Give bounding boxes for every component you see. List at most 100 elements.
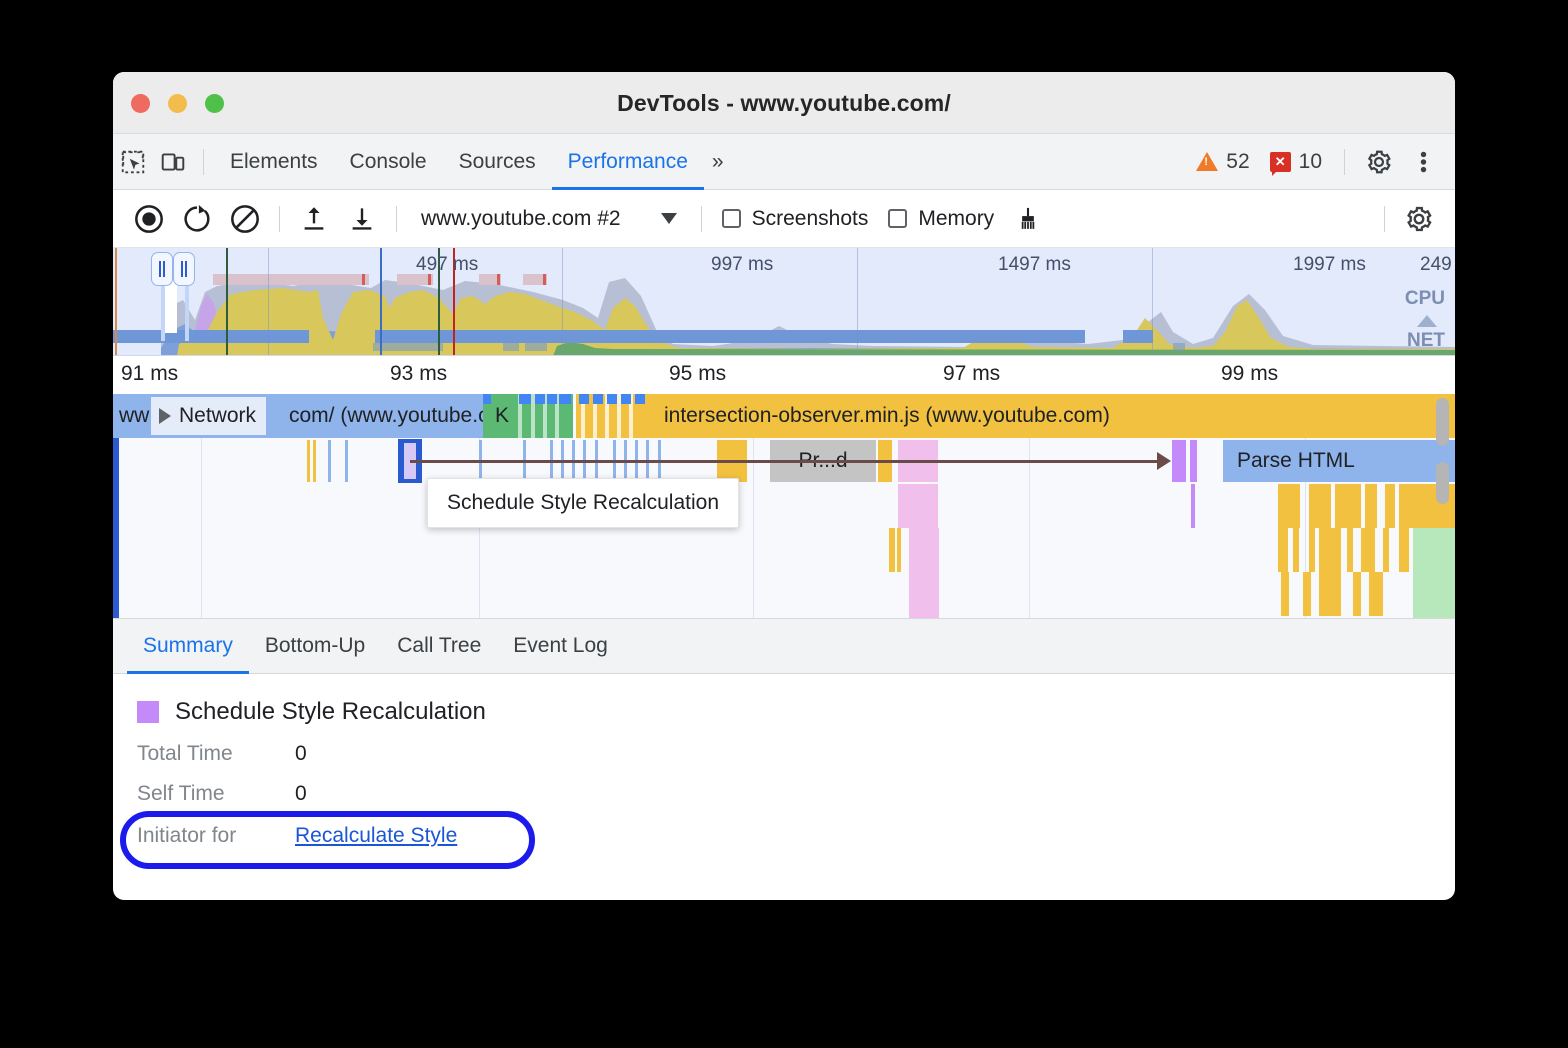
gear-icon[interactable] [1359,145,1399,179]
cpu-label: CPU [1405,288,1445,310]
pink-block-4[interactable] [909,572,939,616]
tab-console[interactable]: Console [334,134,443,190]
green-deep-2[interactable] [1413,572,1455,616]
yellow-deep-18[interactable] [1353,572,1361,616]
yellow-deep-1[interactable] [1278,484,1300,528]
green-tick-1 [519,394,531,404]
overview-tick-1997: 1997 ms [1293,254,1366,276]
more-tabs-chevron-icon[interactable]: » [704,150,732,174]
event-bar-parse-html[interactable]: Parse HTML [1223,440,1455,482]
green-deep-1[interactable] [1413,528,1455,572]
timing-marker-badge-2[interactable] [173,252,195,286]
green-tick-2 [535,394,545,404]
tickmark-1[interactable] [307,440,310,482]
yellow-deep-16[interactable] [1303,572,1311,616]
timing-marker-line-1 [161,286,165,341]
yellow-deep-4[interactable] [1365,484,1377,528]
yellow-thin-1[interactable] [889,528,895,572]
kebab-menu-icon[interactable] [1403,145,1443,179]
network-strip-3 [1123,330,1153,343]
perf-divider-2 [396,206,397,232]
yellow-deep-13[interactable] [1383,528,1389,572]
flame-scrollbar-thumb-top[interactable] [1436,398,1449,446]
errors-count: 10 [1299,150,1322,174]
tab-call-tree[interactable]: Call Tree [381,618,497,674]
yellow-deep-2[interactable] [1309,484,1331,528]
timeline-overview[interactable]: 497 ms 997 ms 1497 ms 1997 ms 249 CPU NE… [113,248,1455,356]
memory-checkbox[interactable]: Memory [878,207,1004,231]
perf-divider-1 [279,206,280,232]
flame-chart[interactable]: 91 ms 93 ms 95 ms 97 ms 99 ms ww com/ (w… [113,356,1455,618]
yellow-deep-10[interactable] [1319,528,1341,572]
collect-garbage-icon[interactable] [1004,198,1052,240]
window-title: DevTools - www.youtube.com/ [113,90,1455,117]
summary-row-self-time: Self Time 0 [137,782,1455,806]
network-strip-6 [525,343,547,351]
yellow-deep-9[interactable] [1309,528,1315,572]
yellow-deep-5[interactable] [1385,484,1395,528]
tab-elements[interactable]: Elements [214,134,334,190]
overview-tick-2497: 249 [1420,254,1452,276]
yellow-thin-2[interactable] [897,528,901,572]
yellow-deep-14[interactable] [1399,528,1409,572]
error-cross-icon: ✕ [1270,152,1291,172]
details-tabbar: Summary Bottom-Up Call Tree Event Log [113,618,1455,674]
overview-dcl-marker [226,248,228,355]
tickmark-2[interactable] [313,440,316,482]
toolbar-divider [203,149,204,175]
screenshots-checkbox[interactable]: Screenshots [712,207,879,231]
upload-profile-icon[interactable] [290,198,338,240]
tickmark-3[interactable] [328,440,331,482]
session-selector[interactable]: www.youtube.com #2 [407,207,691,231]
total-time-value: 0 [295,742,307,766]
initiator-for-label: Initiator for [137,824,295,848]
tab-sources[interactable]: Sources [443,134,552,190]
tab-event-log[interactable]: Event Log [497,618,624,674]
timing-marker-badge-1[interactable] [151,252,173,286]
flame-chart-body[interactable]: ww com/ (www.youtube.c Network K interse… [113,394,1455,618]
toolbar-divider-right [1344,149,1345,175]
reload-record-icon[interactable] [173,198,221,240]
flame-scrollbar-thumb-bottom[interactable] [1436,462,1449,504]
yellow-deep-7[interactable] [1278,528,1288,572]
yellow-tick-1 [579,394,589,404]
record-icon[interactable] [125,198,173,240]
purple-thin-1[interactable] [1191,484,1195,528]
event-bar-com[interactable]: com/ (www.youtube.c [283,394,483,438]
device-toolbar-icon[interactable] [153,145,193,179]
network-strip-4 [373,343,443,351]
tickmark-4[interactable] [345,440,348,482]
download-profile-icon[interactable] [338,198,386,240]
warnings-badge[interactable]: 52 [1188,150,1257,174]
recalculate-style-event[interactable] [1172,440,1186,482]
yellow-deep-17[interactable] [1319,572,1341,616]
yellow-deep-19[interactable] [1369,572,1383,616]
yellow-deep-15[interactable] [1281,572,1289,616]
event-bar-intersection-observer[interactable]: intersection-observer.min.js (www.youtub… [576,394,1455,438]
yellow-deep-12[interactable] [1361,528,1375,572]
flame-tick-91: 91 ms [121,362,178,386]
yellow-deep-11[interactable] [1347,528,1353,572]
tab-summary[interactable]: Summary [127,618,249,674]
flame-tick-97: 97 ms [943,362,1000,386]
devtools-window: DevTools - www.youtube.com/ Elements Con… [113,72,1455,900]
capture-settings-icon[interactable] [1395,198,1443,240]
warning-triangle-icon [1196,152,1218,171]
devtools-tabbar: Elements Console Sources Performance » 5… [113,134,1455,190]
tab-performance[interactable]: Performance [552,134,704,190]
yellow-tick-5 [635,394,645,404]
clear-icon[interactable] [221,198,269,240]
tab-bottom-up[interactable]: Bottom-Up [249,618,381,674]
inspect-icon[interactable] [113,145,153,179]
network-track-header[interactable]: Network [151,397,266,435]
errors-badge[interactable]: ✕ 10 [1262,150,1330,174]
yellow-deep-3[interactable] [1335,484,1361,528]
yellow-deep-8[interactable] [1293,528,1299,572]
flame-tick-99: 99 ms [1221,362,1278,386]
left-edge-event[interactable] [113,438,119,618]
checkbox-box-screenshots [722,209,741,228]
pink-block-2[interactable] [898,484,938,528]
pink-block-3[interactable] [909,528,939,572]
recalculate-style-event-2[interactable] [1190,440,1197,482]
initiator-for-link[interactable]: Recalculate Style [295,824,457,848]
